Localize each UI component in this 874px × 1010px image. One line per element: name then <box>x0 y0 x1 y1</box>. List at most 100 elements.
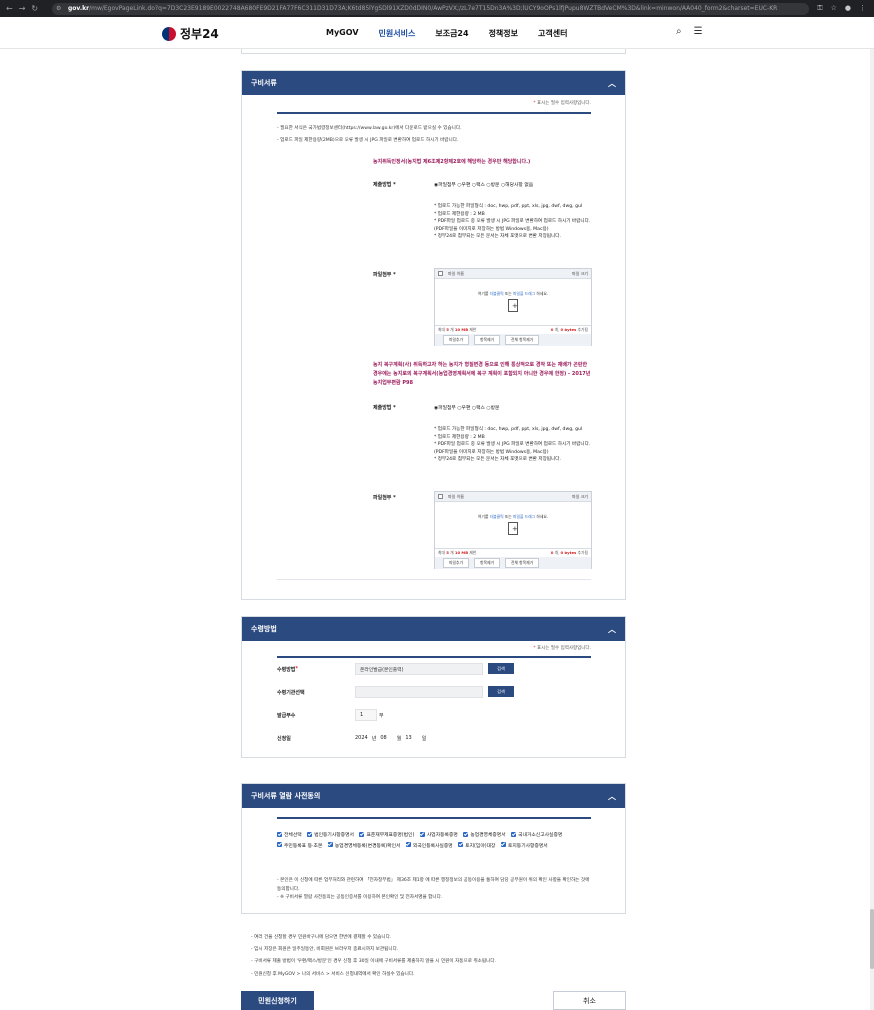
drop-zone[interactable]: 여기를 더블클릭 또는 파일을 드래그 하세요. <box>435 279 591 325</box>
nav-customer[interactable]: 고객센터 <box>538 28 567 39</box>
consent-checkbox[interactable]: 주민등록표 등·초본 <box>277 842 322 849</box>
consent-panel: 구비서류 열람 사전동의 ︿ 전체선택 법인등기사항증명서 표준재무제표증명(법… <box>241 783 626 914</box>
consent-checkbox[interactable]: 국내거소신고사실증명 <box>511 831 562 838</box>
docs-panel: 구비서류 ︿ * 표시는 필수 입력사항입니다. - 필요한 서식은 국가법령정… <box>241 70 626 600</box>
consent-checkbox[interactable]: 토지등기사항증명서 <box>500 842 548 849</box>
browser-toolbar: ← → ↻ ⚙ gov.kr /mw/EgovPageLink.do?q=7D3… <box>0 0 874 17</box>
key-icon[interactable]: ⚿ <box>817 4 822 13</box>
remove-all-button[interactable]: 전체 항목제거 <box>504 335 540 345</box>
consent-checkbox[interactable]: 농업경영체증명서 <box>463 831 506 838</box>
nav-mygov[interactable]: MyGOV <box>326 28 359 39</box>
checkbox-checked-icon <box>277 831 282 837</box>
chevron-up-icon[interactable]: ︿ <box>608 78 616 89</box>
copies-label: 발급부수 <box>277 713 296 719</box>
consent-checkbox[interactable]: 농업경영체등록(변경등록)확인서 <box>327 842 400 849</box>
page-scrollbar[interactable] <box>870 49 874 1010</box>
file-add-icon <box>508 299 518 312</box>
divider <box>277 656 591 658</box>
select-all-checkbox[interactable] <box>438 271 443 276</box>
url-path: /mw/EgovPageLink.do?q=7D3C23E9189E002274… <box>89 5 778 12</box>
doc2-heading: 농지 복구계획(사) 취득하고자 하는 농지가 형질변경 등으로 인해 통상적으… <box>373 362 591 386</box>
doc2-method-label: 제출방법 * <box>373 405 396 411</box>
consent-title: 구비서류 열람 사전동의 <box>251 792 321 800</box>
doc1-heading: 농지취득인정서(농지법 제6조제2항제2호에 해당하는 경우만 해당합니다.) <box>373 159 531 165</box>
profile-icon[interactable]: ● <box>845 4 851 13</box>
consent-checkbox[interactable]: 외국인등록사실증명 <box>405 842 453 849</box>
divider <box>277 817 591 819</box>
remove-item-button[interactable]: 항목제거 <box>473 558 500 568</box>
bookmark-star-icon[interactable]: ☆ <box>831 4 837 13</box>
receipt-method-label: 수령방법* <box>277 666 299 673</box>
apply-button[interactable]: 민원신청하기 <box>241 991 314 1010</box>
drop-zone[interactable]: 여기를 더블클릭 또는 파일을 드래그 하세요. <box>435 502 591 548</box>
doc1-file-label: 파일첨부 * <box>373 272 396 278</box>
receipt-panel-header[interactable]: 수령방법 ︿ <box>242 617 625 641</box>
url-host: gov.kr <box>68 5 90 12</box>
scrollbar-thumb[interactable] <box>870 909 874 969</box>
hamburger-menu-icon[interactable]: ☰ <box>694 26 703 37</box>
site-info-icon[interactable]: ⚙ <box>56 5 64 12</box>
checkbox-checked-icon <box>277 842 282 847</box>
nav-policy[interactable]: 정책정보 <box>489 28 518 39</box>
divider <box>277 112 591 114</box>
doc1-method-radios[interactable]: ◉파일첨부 ○우편 ○팩스 ○방문 ○해당사항 없음 <box>434 181 533 188</box>
select-all-checkbox[interactable] <box>438 494 443 499</box>
nav-subsidy[interactable]: 보조금24 <box>435 28 468 39</box>
cancel-button[interactable]: 취소 <box>553 991 626 1010</box>
forward-icon[interactable]: → <box>19 4 26 13</box>
browser-nav: ← → ↻ <box>0 4 52 13</box>
required-note: * 표시는 필수 입력사항입니다. <box>533 646 591 651</box>
menu-kebab-icon[interactable]: ⋮ <box>859 4 866 13</box>
docs-notes: - 필요한 서식은 국가법령정보센터(https://www.law.go.kr… <box>277 126 462 143</box>
checkbox-checked-icon <box>500 842 506 847</box>
reload-icon[interactable]: ↻ <box>31 4 38 13</box>
copies-unit: 부 <box>379 713 384 719</box>
checkbox-checked-icon <box>307 831 313 837</box>
receipt-org-input[interactable] <box>355 686 483 698</box>
consent-checkbox[interactable]: 표준재무제표증명(법인) <box>359 831 414 838</box>
checkbox-checked-icon <box>327 842 333 847</box>
doc2-info: * 업로드 가능한 파일형식 : doc, hwp, pdf, ppt, xls… <box>434 427 591 462</box>
consent-checkbox[interactable]: 법인등기사항증명서 <box>307 831 354 838</box>
copies-input[interactable]: 1 <box>355 709 377 721</box>
doc1-info: * 업로드 가능한 파일형식 : doc, hwp, pdf, ppt, xls… <box>434 204 591 239</box>
receipt-method-search-button[interactable]: 검색 <box>488 663 514 674</box>
checkbox-checked-icon <box>419 831 425 837</box>
back-icon[interactable]: ← <box>6 4 13 13</box>
checkbox-checked-icon <box>511 831 517 837</box>
remove-item-button[interactable]: 항목제거 <box>473 335 500 345</box>
receipt-org-search-button[interactable]: 검색 <box>488 686 514 697</box>
checkbox-checked-icon <box>405 842 411 847</box>
previous-section-tail <box>241 49 626 54</box>
address-bar[interactable]: ⚙ gov.kr /mw/EgovPageLink.do?q=7D3C23E91… <box>52 2 810 15</box>
consent-panel-header[interactable]: 구비서류 열람 사전동의 ︿ <box>242 784 625 808</box>
doc2-file-upload[interactable]: 파일 이름파일 크기 여기를 더블클릭 또는 파일을 드래그 하세요. 최대 5… <box>434 491 592 569</box>
docs-title: 구비서류 <box>251 79 277 87</box>
receipt-panel: 수령방법 ︿ * 표시는 필수 입력사항입니다. 수령방법* 온라인발급(본인출… <box>241 616 626 758</box>
remove-all-button[interactable]: 전체 항목제거 <box>504 558 540 568</box>
receipt-title: 수령방법 <box>251 625 277 633</box>
checkbox-checked-icon <box>463 831 469 837</box>
divider <box>277 579 591 580</box>
chevron-up-icon[interactable]: ︿ <box>608 791 616 802</box>
main-nav: MyGOV 민원서비스 보조금24 정책정보 고객센터 <box>326 28 567 39</box>
doc2-method-radios[interactable]: ◉파일첨부 ○우편 ○팩스 ○방문 <box>434 404 499 411</box>
doc1-method-label: 제출방법 * <box>373 182 396 188</box>
logo-text: 정부24 <box>180 27 219 41</box>
date-label: 신청일 <box>277 736 291 742</box>
add-file-button[interactable]: 파일추가 <box>443 558 469 568</box>
receipt-org-label: 수령기관선택 <box>277 690 305 696</box>
consent-checkbox-all[interactable]: 전체선택 <box>277 831 302 838</box>
site-logo[interactable]: 정부24 <box>162 25 219 42</box>
consent-checkbox[interactable]: 사업자등록증명 <box>419 831 458 838</box>
docs-panel-header[interactable]: 구비서류 ︿ <box>242 71 625 95</box>
receipt-method-input[interactable]: 온라인발급(본인출력) <box>355 663 483 675</box>
search-icon[interactable]: ⌕ <box>676 26 682 37</box>
doc1-file-upload[interactable]: 파일 이름파일 크기 여기를 더블클릭 또는 파일을 드래그 하세요. 최대 5… <box>434 268 592 346</box>
checkbox-checked-icon <box>458 842 464 847</box>
doc2-file-label: 파일첨부 * <box>373 495 396 501</box>
consent-checkbox[interactable]: 토지(임야)대장 <box>458 842 495 849</box>
chevron-up-icon[interactable]: ︿ <box>608 624 616 635</box>
add-file-button[interactable]: 파일추가 <box>443 335 469 345</box>
nav-minwon[interactable]: 민원서비스 <box>379 28 416 39</box>
